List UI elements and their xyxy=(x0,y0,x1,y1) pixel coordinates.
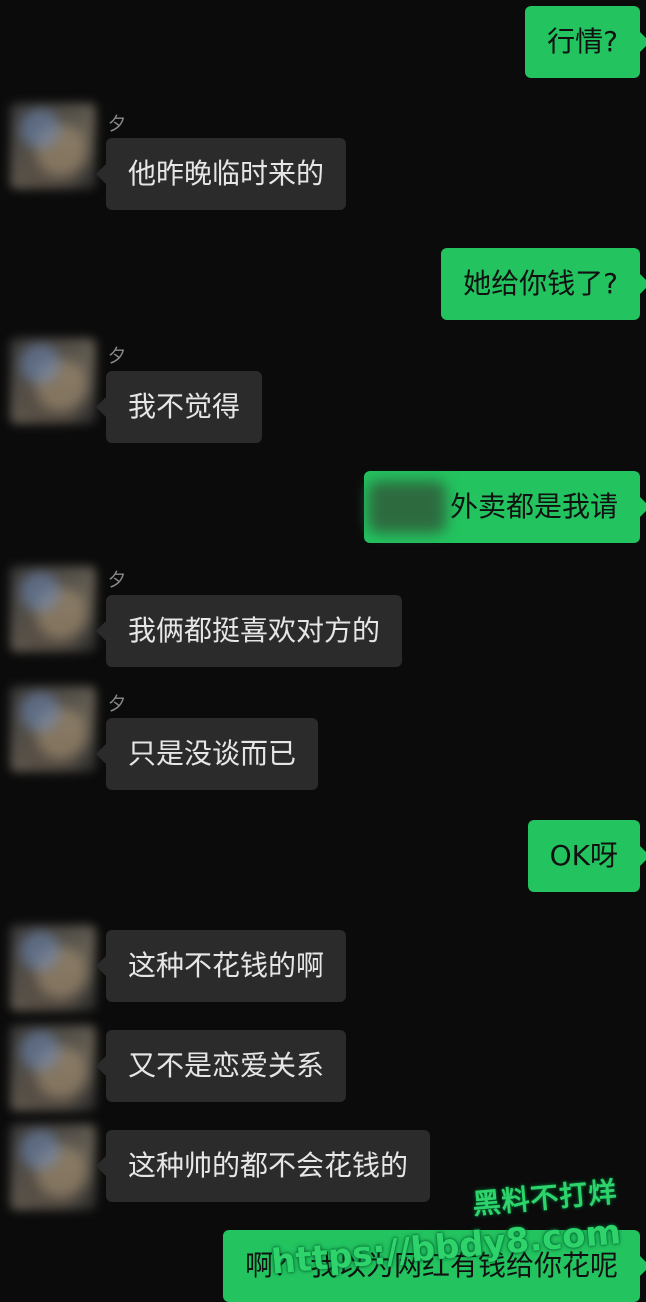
contact-avatar[interactable] xyxy=(10,686,96,772)
outgoing-message-bubble[interactable]: 她给你钱了? xyxy=(441,248,646,320)
contact-avatar[interactable] xyxy=(10,925,96,1011)
sender-name: 夕 xyxy=(108,114,126,135)
incoming-message-bubble[interactable]: 只是没谈而已 xyxy=(95,718,319,790)
incoming-message-bubble[interactable]: 又不是恋爱关系 xyxy=(95,1030,347,1102)
incoming-message-bubble[interactable]: 我俩都挺喜欢对方的 xyxy=(95,595,403,667)
outgoing-message-bubble[interactable]: 外卖都是我请 xyxy=(363,471,646,543)
outgoing-message-bubble[interactable]: 行情? xyxy=(525,6,646,78)
contact-avatar[interactable] xyxy=(10,338,96,424)
sender-name: 夕 xyxy=(108,570,126,591)
sender-name: 夕 xyxy=(108,346,126,367)
contact-avatar[interactable] xyxy=(10,103,96,189)
incoming-message-bubble[interactable]: 他昨晚临时来的 xyxy=(95,138,347,210)
contact-avatar[interactable] xyxy=(10,1124,96,1210)
sender-name: 夕 xyxy=(108,694,126,715)
contact-avatar[interactable] xyxy=(10,1025,96,1111)
message-text: 外卖都是我请 xyxy=(449,490,618,523)
contact-avatar[interactable] xyxy=(10,566,96,652)
incoming-message-bubble[interactable]: 这种不花钱的啊 xyxy=(95,930,347,1002)
incoming-message-bubble[interactable]: 我不觉得 xyxy=(95,371,263,443)
redacted-blur-patch xyxy=(367,481,446,533)
outgoing-message-bubble[interactable]: OK呀 xyxy=(527,820,646,892)
